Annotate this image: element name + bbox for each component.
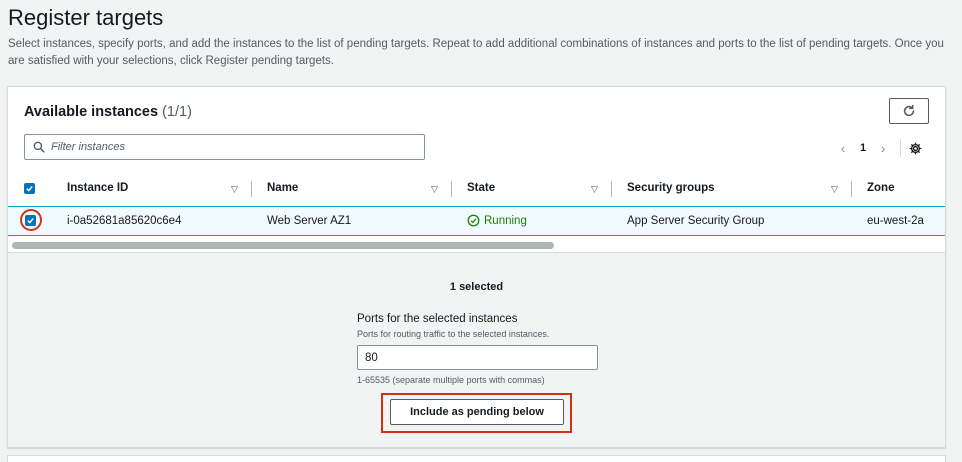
table-settings-button[interactable] xyxy=(909,142,922,155)
table-row[interactable]: i-0a52681a85620c6e4 Web Server AZ1 Runni… xyxy=(8,206,945,236)
filter-instances-field[interactable] xyxy=(24,134,425,160)
select-all-checkbox[interactable] xyxy=(24,183,35,194)
search-icon xyxy=(33,141,45,153)
page-number[interactable]: 1 xyxy=(860,142,866,154)
page-title: Register targets xyxy=(8,5,164,30)
refresh-icon xyxy=(903,104,915,117)
row-select-checkbox[interactable] xyxy=(25,215,36,226)
next-page-button[interactable]: › xyxy=(876,140,890,156)
cell-security-groups: App Server Security Group xyxy=(627,215,765,227)
cell-zone: eu-west-2a xyxy=(867,215,924,227)
column-header-name[interactable]: Name xyxy=(267,182,298,194)
include-as-pending-button[interactable]: Include as pending below xyxy=(390,399,564,425)
state-label: Running xyxy=(484,214,527,227)
ports-label: Ports for the selected instances xyxy=(357,313,518,325)
checkmark-icon xyxy=(27,218,34,224)
pagination: ‹ 1 › xyxy=(836,138,922,158)
panel-title-text: Available instances xyxy=(24,104,159,120)
table-header: Instance ID ▽ Name ▽ State ▽ Security gr… xyxy=(8,176,945,202)
column-divider[interactable] xyxy=(451,181,452,197)
column-header-state[interactable]: State xyxy=(467,182,495,194)
check-circle-icon xyxy=(467,214,480,227)
ports-input[interactable] xyxy=(357,345,598,370)
column-header-instance-id[interactable]: Instance ID xyxy=(67,182,128,194)
column-divider[interactable] xyxy=(611,181,612,197)
ports-description: Ports for routing traffic to the selecte… xyxy=(357,329,550,339)
sort-state-icon[interactable]: ▽ xyxy=(591,184,598,195)
cell-instance-id: i-0a52681a85620c6e4 xyxy=(67,215,182,227)
panel-title-count: (1/1) xyxy=(162,104,192,120)
available-instances-panel: Available instances (1/1) ‹ 1 › xyxy=(7,86,946,448)
sort-security-groups-icon[interactable]: ▽ xyxy=(831,184,838,195)
pagination-divider xyxy=(900,139,902,157)
gear-icon xyxy=(909,142,922,154)
checkmark-icon xyxy=(26,186,33,192)
page-description: Select instances, specify ports, and add… xyxy=(8,38,944,67)
previous-page-button[interactable]: ‹ xyxy=(836,140,850,156)
column-header-zone[interactable]: Zone xyxy=(867,182,894,194)
sort-instance-id-icon[interactable]: ▽ xyxy=(231,184,238,195)
column-header-security-groups[interactable]: Security groups xyxy=(627,182,715,194)
pending-targets-panel-edge xyxy=(7,455,946,462)
column-divider[interactable] xyxy=(251,181,252,197)
ports-hint: 1-65535 (separate multiple ports with co… xyxy=(357,375,545,385)
sort-name-icon[interactable]: ▽ xyxy=(431,184,438,195)
filter-instances-input[interactable] xyxy=(51,135,421,159)
panel-title: Available instances (1/1) xyxy=(24,104,192,120)
refresh-button[interactable] xyxy=(889,98,929,124)
selected-count: 1 selected xyxy=(449,281,504,293)
column-divider[interactable] xyxy=(851,181,852,197)
cell-state: Running xyxy=(467,214,527,227)
cell-name: Web Server AZ1 xyxy=(267,215,352,227)
horizontal-scrollbar[interactable] xyxy=(12,242,554,249)
